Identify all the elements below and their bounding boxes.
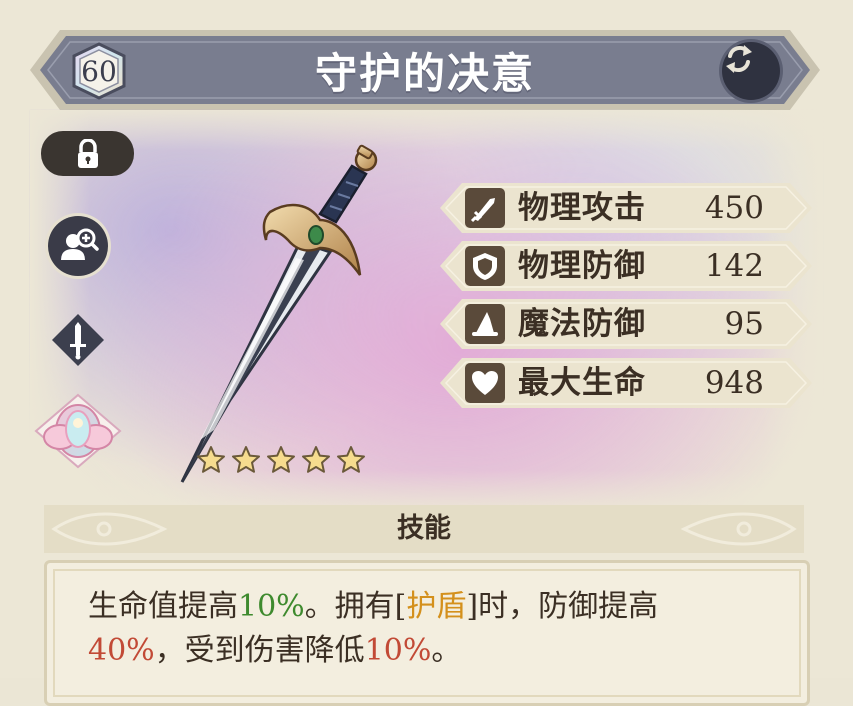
swap-button[interactable] — [722, 42, 780, 100]
title-banner: 60 守护的决意 — [30, 30, 820, 110]
skill-header: 技能 — [44, 505, 804, 553]
stat-row: 物理防御 142 — [440, 241, 812, 291]
highlight-value: 10% — [364, 633, 432, 668]
wizard-hat-icon — [465, 304, 505, 344]
star-icon — [336, 445, 366, 475]
lock-button[interactable] — [41, 131, 134, 176]
level-badge: 60 — [70, 42, 128, 100]
star-icon — [301, 445, 331, 475]
highlight-value: 10% — [238, 589, 305, 624]
keyword-shield: 护盾 — [406, 589, 467, 624]
shield-icon — [465, 246, 505, 286]
level-number: 60 — [81, 54, 117, 88]
item-title: 守护的决意 — [314, 48, 535, 98]
lotus-element-icon — [34, 393, 122, 469]
highlight-value: 40% — [88, 633, 155, 668]
stat-label: 最大生命 — [518, 365, 646, 401]
stat-value: 142 — [704, 248, 764, 284]
stat-value: 450 — [704, 190, 764, 226]
stat-row: 物理攻击 450 — [440, 183, 812, 233]
star-icon — [266, 445, 296, 475]
sword-type-icon — [52, 314, 104, 366]
weapon-type-badge[interactable] — [50, 312, 106, 368]
skill-title: 技能 — [397, 513, 451, 544]
element-emblem[interactable] — [34, 393, 122, 469]
star-icon — [231, 445, 261, 475]
stat-value: 95 — [724, 306, 764, 342]
weapon-image — [180, 144, 378, 483]
stat-label: 魔法防御 — [518, 306, 646, 342]
stat-row: 魔法防御 95 — [440, 299, 812, 349]
inspect-button[interactable] — [48, 216, 108, 276]
stat-row: 最大生命 948 — [440, 358, 812, 408]
character-search-icon — [61, 228, 99, 260]
stat-label: 物理防御 — [518, 248, 646, 284]
stat-label: 物理攻击 — [518, 190, 646, 226]
star-icon — [196, 445, 226, 475]
skill-description: 生命值提高10%。拥有[护盾]时，防御提高 40%，受到伤害降低10%。 — [88, 589, 659, 668]
lock-icon — [77, 138, 98, 168]
heart-icon — [465, 363, 505, 403]
swap-arrows-icon — [726, 45, 752, 73]
rarity-stars — [196, 445, 366, 475]
sword-icon — [465, 188, 505, 228]
stat-value: 948 — [704, 365, 764, 401]
